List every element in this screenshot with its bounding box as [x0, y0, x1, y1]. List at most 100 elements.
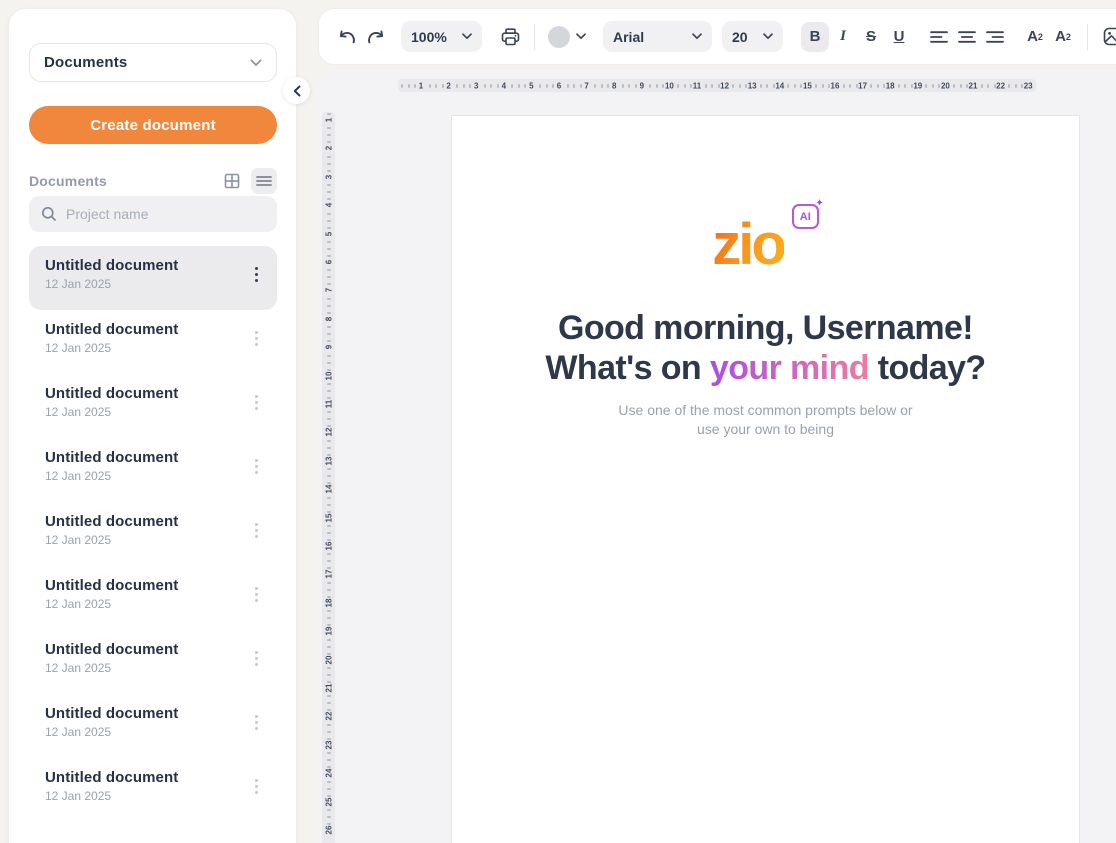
document-menu-button[interactable] [250, 711, 263, 734]
font-family-value: Arial [613, 29, 644, 45]
font-size-select[interactable]: 20 [722, 21, 783, 52]
font-size-value: 20 [732, 29, 748, 45]
document-date: 12 Jan 2025 [45, 341, 178, 355]
grid-view-icon [224, 173, 240, 189]
font-family-select[interactable]: Arial [603, 21, 712, 52]
horizontal-ruler: 1234567891011121314151617181920212223 [398, 79, 1036, 92]
insert-image-button[interactable] [1098, 22, 1116, 52]
search-input[interactable] [66, 206, 236, 222]
align-right-icon [986, 30, 1004, 44]
strikethrough-button[interactable]: S [857, 22, 885, 52]
grid-view-button[interactable] [219, 168, 245, 194]
chevron-down-icon [462, 33, 472, 40]
redo-button[interactable] [361, 22, 389, 52]
list-view-button[interactable] [251, 168, 277, 194]
sidebar: Documents Create document Documents [8, 8, 297, 843]
list-item[interactable]: Untitled document 12 Jan 2025 [29, 502, 277, 566]
zio-logo-text: zio [712, 216, 784, 274]
search-icon [41, 206, 57, 222]
list-item[interactable]: Untitled document 12 Jan 2025 [29, 310, 277, 374]
align-right-button[interactable] [981, 22, 1009, 52]
ai-badge-label: AI [800, 211, 811, 223]
create-document-button[interactable]: Create document [29, 106, 277, 144]
undo-button[interactable] [333, 22, 361, 52]
app-window: Documents Create document Documents [0, 0, 1116, 843]
image-icon [1103, 27, 1116, 46]
document-date: 12 Jan 2025 [45, 533, 178, 547]
chevron-down-icon [763, 33, 773, 40]
document-title: Untitled document [45, 577, 178, 594]
kebab-icon [255, 715, 258, 718]
document-title: Untitled document [45, 641, 178, 658]
superscript-script: 2 [1038, 32, 1043, 42]
collapse-sidebar-button[interactable] [283, 77, 310, 104]
document-menu-button[interactable] [250, 583, 263, 606]
kebab-icon [255, 651, 258, 654]
document-title: Untitled document [45, 385, 178, 402]
redo-icon [365, 29, 386, 45]
editor-canvas: 1234567891011121314151617181920212223 12… [318, 72, 1116, 843]
list-item[interactable]: Untitled document 12 Jan 2025 [29, 758, 277, 822]
document-date: 12 Jan 2025 [45, 277, 178, 291]
greeting-line2-prefix: What's on [545, 349, 710, 387]
align-center-icon [958, 30, 976, 44]
documents-section-label: Documents [29, 173, 107, 189]
align-left-button[interactable] [925, 22, 953, 52]
superscript-button[interactable]: A2 [1021, 22, 1049, 52]
list-item[interactable]: Untitled document 12 Jan 2025 [29, 246, 277, 310]
zoom-select[interactable]: 100% [401, 21, 482, 52]
list-item[interactable]: Untitled document 12 Jan 2025 [29, 438, 277, 502]
zoom-value: 100% [411, 29, 447, 45]
italic-button[interactable]: I [829, 22, 857, 52]
document-page[interactable]: zio AI ✦ Good morning, Username! What's … [451, 115, 1080, 843]
color-swatch-icon [548, 26, 570, 48]
greeting-subtitle: Use one of the most common prompts below… [452, 401, 1079, 439]
document-title: Untitled document [45, 321, 178, 338]
list-item[interactable]: Untitled document 12 Jan 2025 [29, 630, 277, 694]
subscript-base: A [1055, 28, 1066, 45]
list-item[interactable]: Untitled document 12 Jan 2025 [29, 566, 277, 630]
workspace-selector-label: Documents [44, 54, 127, 71]
document-title: Untitled document [45, 257, 178, 274]
document-title: Untitled document [45, 449, 178, 466]
document-menu-button[interactable] [250, 455, 263, 478]
subscript-script: 2 [1066, 32, 1071, 42]
subscript-button[interactable]: A2 [1049, 22, 1077, 52]
bold-button[interactable]: B [801, 22, 829, 52]
documents-section-header: Documents [29, 167, 277, 195]
document-menu-button[interactable] [250, 775, 263, 798]
print-button[interactable] [496, 22, 524, 52]
document-date: 12 Jan 2025 [45, 789, 178, 803]
zio-logo: zio AI ✦ [712, 216, 819, 274]
greeting-highlight: your mind [710, 349, 869, 387]
printer-icon [501, 28, 520, 46]
kebab-icon [255, 587, 258, 590]
kebab-icon [255, 779, 258, 782]
document-menu-button[interactable] [250, 327, 263, 350]
text-color-select[interactable] [545, 22, 589, 52]
chevron-down-icon [250, 59, 262, 67]
document-menu-button[interactable] [250, 263, 263, 286]
undo-icon [337, 29, 358, 45]
align-center-button[interactable] [953, 22, 981, 52]
list-item[interactable]: Untitled document 12 Jan 2025 [29, 374, 277, 438]
sparkle-icon: ✦ [815, 198, 823, 209]
underline-button[interactable]: U [885, 22, 913, 52]
toolbar-divider [534, 24, 535, 50]
document-menu-button[interactable] [250, 647, 263, 670]
align-left-icon [930, 30, 948, 44]
workspace-selector[interactable]: Documents [29, 43, 277, 82]
document-list: Untitled document 12 Jan 2025 Untitled d… [29, 246, 277, 822]
editor-toolbar: 100% Arial 20 B I [318, 8, 1116, 65]
document-menu-button[interactable] [250, 519, 263, 542]
kebab-icon [255, 331, 258, 334]
document-date: 12 Jan 2025 [45, 469, 178, 483]
document-title: Untitled document [45, 705, 178, 722]
vertical-ruler: 1234567891011121314151617181920212223242… [322, 112, 335, 843]
view-toggle-group [219, 168, 277, 194]
superscript-base: A [1027, 28, 1038, 45]
greeting-heading: Good morning, Username! What's on your m… [452, 308, 1079, 388]
list-item[interactable]: Untitled document 12 Jan 2025 [29, 694, 277, 758]
search-field [29, 196, 277, 232]
document-menu-button[interactable] [250, 391, 263, 414]
